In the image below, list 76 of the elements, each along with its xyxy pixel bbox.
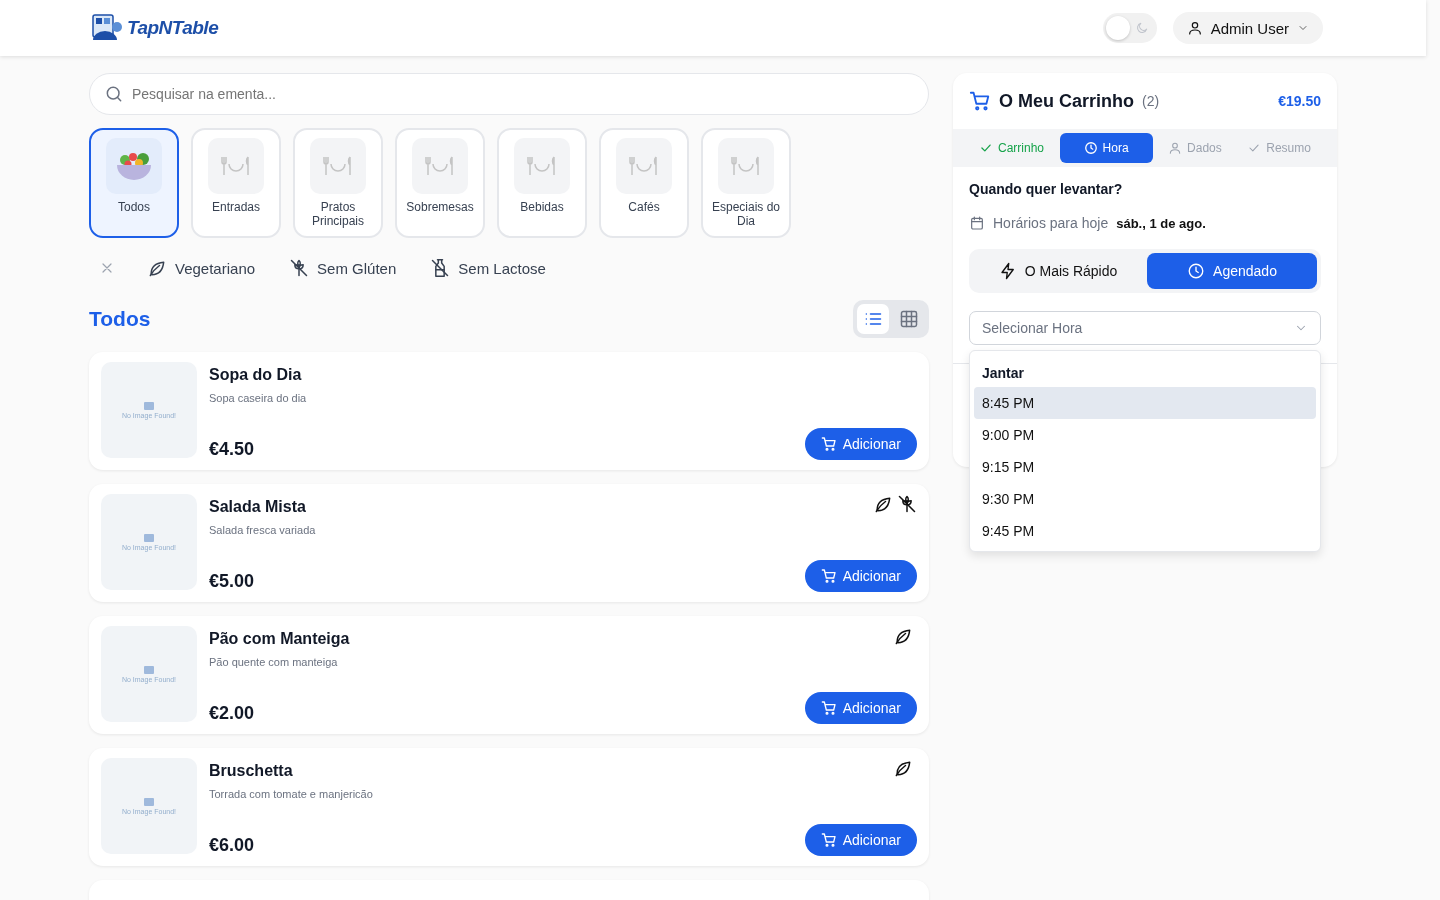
clock-icon bbox=[1083, 141, 1098, 155]
pickup-question: Quando quer levantar? bbox=[969, 181, 1124, 197]
step-tab[interactable]: Hora bbox=[1059, 133, 1153, 163]
time-option[interactable]: 9:00 PM bbox=[974, 419, 1316, 451]
leaf-icon bbox=[893, 626, 913, 646]
image-icon bbox=[144, 401, 154, 410]
user-icon bbox=[1168, 141, 1183, 155]
category-tile[interactable]: Entradas bbox=[191, 128, 281, 238]
crossed-wheat-icon bbox=[289, 258, 310, 278]
item-name: Pão com Manteiga bbox=[209, 630, 350, 648]
pickup-mode-button[interactable]: O Mais Rápido bbox=[973, 253, 1143, 289]
logo-text: TapNTable bbox=[127, 17, 219, 39]
image-icon bbox=[144, 797, 154, 806]
calendar-icon bbox=[969, 215, 985, 231]
grid-icon bbox=[899, 309, 919, 329]
category-tile[interactable]: Bebidas bbox=[497, 128, 587, 238]
leaf-icon bbox=[147, 258, 167, 278]
plate-cutlery-icon bbox=[730, 154, 762, 178]
item-description: Salada fresca variada bbox=[209, 524, 317, 536]
list-view-button[interactable] bbox=[857, 304, 889, 334]
item-price: €6.00 bbox=[209, 835, 255, 856]
time-option[interactable]: 9:30 PM bbox=[974, 483, 1316, 515]
leaf-icon bbox=[893, 758, 913, 778]
time-option[interactable]: 9:15 PM bbox=[974, 451, 1316, 483]
category-tile[interactable]: Especiais do Dia bbox=[701, 128, 791, 238]
cart-count: (2) bbox=[1142, 93, 1160, 109]
cart-icon bbox=[820, 568, 837, 584]
dark-mode-toggle[interactable] bbox=[1102, 13, 1157, 43]
item-price: €2.00 bbox=[209, 703, 255, 724]
moon-icon bbox=[1134, 21, 1149, 35]
cart-title: O Meu Carrinho bbox=[999, 90, 1134, 112]
item-name: Salada Mista bbox=[209, 498, 306, 516]
search-icon bbox=[104, 84, 124, 104]
item-name: Bruschetta bbox=[209, 762, 293, 780]
logo-icon bbox=[91, 13, 125, 43]
category-tile[interactable]: Todos bbox=[89, 128, 179, 238]
add-button[interactable]: Adicionar bbox=[804, 824, 917, 856]
item-name: Sopa do Dia bbox=[209, 366, 302, 384]
leaf-icon bbox=[873, 494, 893, 514]
time-option[interactable]: 9:45 PM bbox=[974, 515, 1316, 547]
item-price: €4.50 bbox=[209, 439, 255, 460]
cart-icon bbox=[820, 700, 837, 716]
add-button[interactable]: Adicionar bbox=[804, 428, 917, 460]
time-select[interactable]: Selecionar Hora bbox=[969, 311, 1321, 345]
cart-icon bbox=[969, 90, 991, 112]
category-tile[interactable]: Cafés bbox=[599, 128, 689, 238]
item-description: Pão quente com manteiga bbox=[209, 656, 339, 668]
section-title: Todos bbox=[89, 307, 151, 331]
plate-cutlery-icon bbox=[526, 154, 558, 178]
cart-icon bbox=[820, 436, 837, 452]
plate-cutlery-icon bbox=[322, 154, 354, 178]
add-button[interactable]: Adicionar bbox=[804, 560, 917, 592]
item-description: Torrada com tomate e manjericão bbox=[209, 788, 374, 800]
cart-icon bbox=[820, 832, 837, 848]
cart-total: €19.50 bbox=[1278, 93, 1321, 109]
plate-cutlery-icon bbox=[628, 154, 660, 178]
clock-icon bbox=[1187, 262, 1206, 280]
time-option[interactable]: 8:45 PM bbox=[974, 387, 1316, 419]
user-menu-button[interactable]: Admin User bbox=[1172, 12, 1323, 44]
plate-cutlery-icon bbox=[220, 154, 252, 178]
category-tile[interactable]: Pratos Principais bbox=[293, 128, 383, 238]
category-tile[interactable]: Sobremesas bbox=[395, 128, 485, 238]
image-icon bbox=[144, 665, 154, 674]
pickup-mode-button[interactable]: Agendado bbox=[1147, 253, 1317, 289]
add-button[interactable]: Adicionar bbox=[804, 692, 917, 724]
crossed-wheat-icon bbox=[897, 494, 917, 514]
lightning-icon bbox=[998, 262, 1017, 280]
image-icon bbox=[144, 533, 154, 542]
schedule-date: sáb., 1 de ago. bbox=[1116, 215, 1206, 231]
schedule-label: Horários para hoje bbox=[993, 215, 1109, 231]
plate-cutlery-icon bbox=[424, 154, 456, 178]
crossed-bottle-icon bbox=[430, 258, 451, 278]
item-description: Sopa caseira do dia bbox=[209, 392, 308, 404]
item-price: €5.00 bbox=[209, 571, 255, 592]
time-group-label: Jantar bbox=[981, 364, 1026, 383]
user-icon bbox=[1186, 20, 1203, 36]
